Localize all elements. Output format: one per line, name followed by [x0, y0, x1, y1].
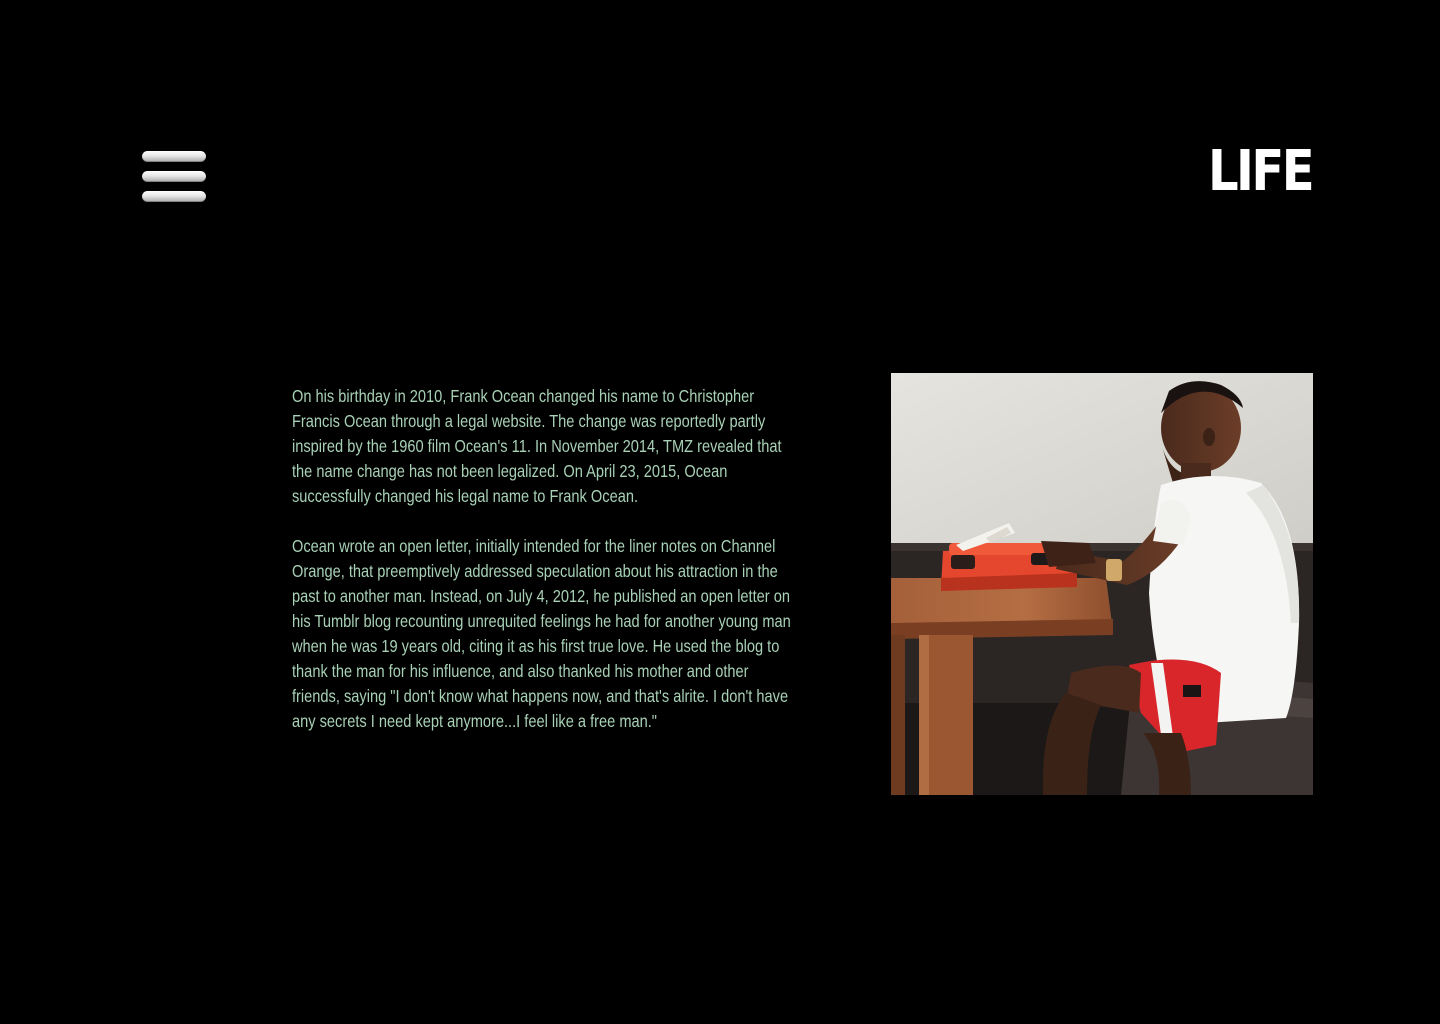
bio-text-block: On his birthday in 2010, Frank Ocean cha… [292, 384, 798, 734]
bio-text: On his birthday in 2010, Frank Ocean cha… [292, 384, 793, 734]
menu-bar-top [142, 151, 206, 162]
menu-bar-middle [142, 171, 206, 182]
page: LIFE On his birthday in 2010, Frank Ocea… [0, 0, 1440, 1024]
bio-paragraph-2: Ocean wrote an open letter, initially in… [292, 536, 791, 731]
page-title: LIFE [1207, 139, 1315, 204]
photo-illustration [891, 373, 1313, 795]
menu-bar-bottom [142, 191, 206, 202]
bio-paragraph-1: On his birthday in 2010, Frank Ocean cha… [292, 386, 782, 506]
portrait-photo [891, 373, 1313, 795]
hamburger-menu-icon[interactable] [142, 150, 206, 206]
